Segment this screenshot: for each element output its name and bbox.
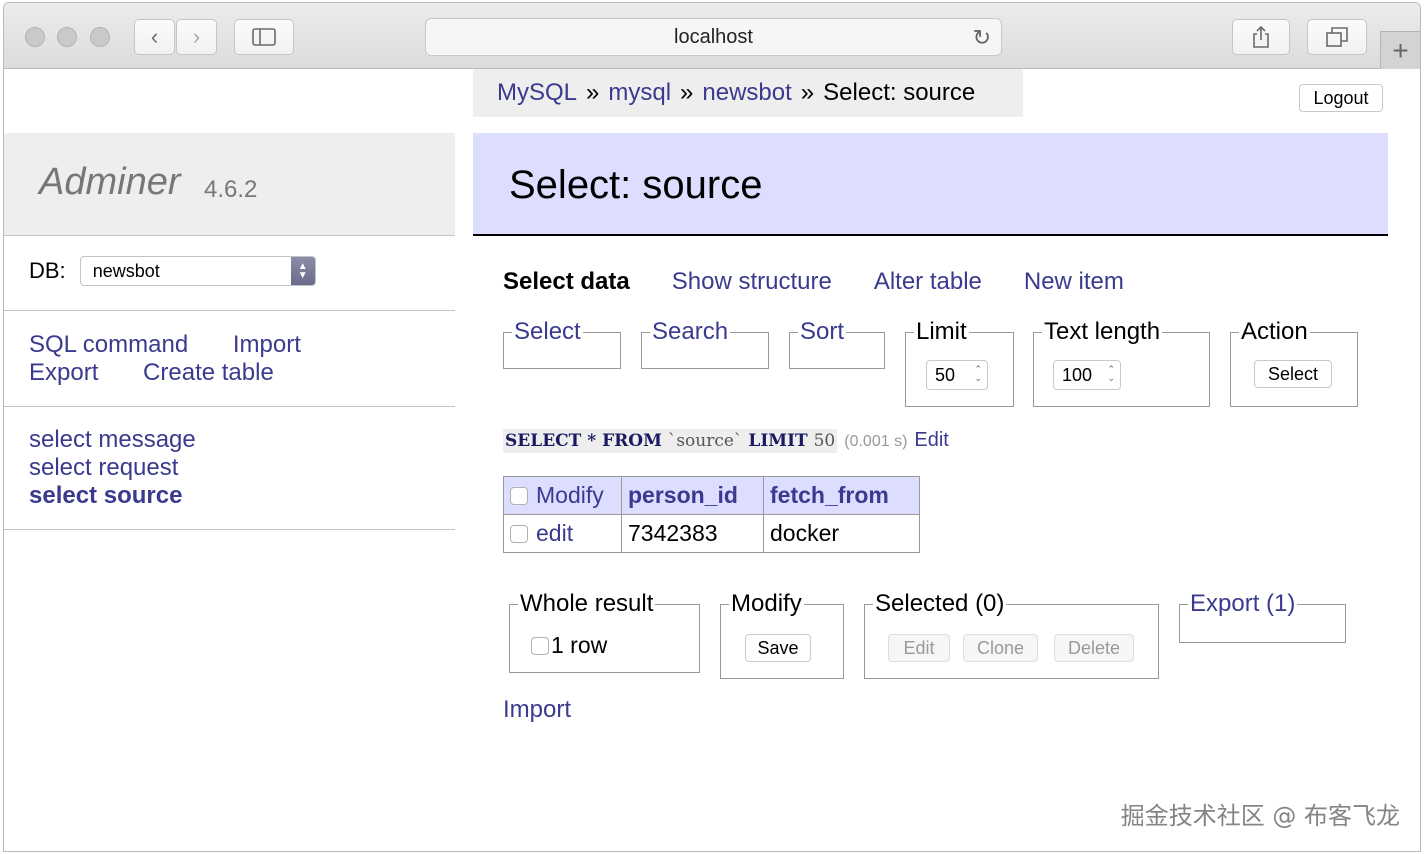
breadcrumb-link-newsbot[interactable]: newsbot [702,79,791,107]
edit-selected-button[interactable]: Edit [888,634,950,662]
sidebar-header: Adminer 4.6.2 [4,133,455,236]
tab-select-data[interactable]: Select data [503,268,630,296]
clone-selected-button[interactable]: Clone [963,634,1038,662]
edit-query-link[interactable]: Edit [914,429,948,452]
stepper-icon[interactable]: ⌃ ⌄ [974,365,982,383]
sidebar-item-select-source[interactable]: select source [29,482,182,509]
select-all-checkbox[interactable] [510,487,528,505]
db-select[interactable]: newsbot ▲ ▼ [79,256,316,286]
table-tabs: Select data Show structure Alter table N… [503,268,1124,296]
sidebar-divider [4,406,455,407]
minimize-window-button[interactable] [57,27,77,47]
export-fieldset[interactable]: Export (1) [1179,592,1346,643]
selected-legend: Selected (0) [875,590,1005,617]
tab-alter-table[interactable]: Alter table [874,268,982,296]
whole-result-option[interactable]: 1 row [531,632,607,659]
sidebar-divider [4,310,455,311]
tab-new-item[interactable]: New item [1024,268,1124,296]
action-legend: Action [1241,318,1308,345]
tab-show-structure[interactable]: Show structure [672,268,832,296]
reload-icon[interactable]: ↻ [973,25,991,51]
sidebar-item-select-message[interactable]: select message [29,426,196,453]
breadcrumb-link-mysql-db[interactable]: mysql [608,79,671,107]
table-header-row: Modify person_id fetch_from [503,476,920,515]
page-content: MySQL » mysql » newsbot » Select: source… [4,69,1420,851]
breadcrumb-separator: » [680,79,694,106]
sidebar-links: SQL command Import Export Create table [29,331,301,387]
sidebar-item-select-request[interactable]: select request [29,454,178,481]
text-length-value: 100 [1062,364,1093,385]
breadcrumb: MySQL » mysql » newsbot » Select: source [473,69,1023,117]
row-action-cell: edit [503,514,622,553]
content-header: Select: source [473,133,1388,236]
fetch-from-cell: docker [763,514,920,553]
modify-column-header[interactable]: Modify [503,476,622,515]
browser-toolbar: ‹ › localhost ↻ + [4,3,1420,69]
sidebar-table-list: select message select request select sou… [29,426,196,510]
select-submit-button[interactable]: Select [1254,360,1332,388]
zoom-window-button[interactable] [90,27,110,47]
fetch-from-column-header[interactable]: fetch_from [763,476,920,515]
select-fieldset[interactable]: Select [503,320,621,369]
browser-window: ‹ › localhost ↻ + MySQL » mysql » newsbo… [3,2,1421,852]
limit-legend: Limit [916,318,967,345]
table-row: edit 7342383 docker [503,514,920,553]
close-window-button[interactable] [25,27,45,47]
search-legend[interactable]: Search [650,320,730,344]
db-select-value: newsbot [92,260,160,281]
sql-query-line: SELECT * FROM `source` LIMIT 50 (0.001 s… [503,429,949,453]
row-edit-link[interactable]: edit [536,520,573,546]
share-icon[interactable] [1232,19,1290,55]
result-table: Modify person_id fetch_from edit 7342383… [503,476,920,553]
chevron-updown-icon: ▲ ▼ [290,257,315,285]
breadcrumb-separator: » [800,79,815,106]
delete-selected-button[interactable]: Delete [1054,634,1134,662]
create-table-link[interactable]: Create table [143,359,274,386]
sort-fieldset[interactable]: Sort [789,320,885,369]
db-selector-row: DB: newsbot ▲ ▼ [29,256,316,286]
sidebar-toggle-icon[interactable] [234,19,294,55]
app-name[interactable]: Adminer [39,161,181,204]
export-link[interactable]: Export [29,359,98,386]
address-bar[interactable]: localhost ↻ [425,18,1002,56]
person-id-cell: 7342383 [621,514,764,553]
row-checkbox[interactable] [510,525,528,543]
limit-value: 50 [935,364,956,385]
db-label: DB: [29,258,66,283]
query-time: (0.001 s) [844,433,908,450]
limit-input[interactable]: 50 ⌃ ⌄ [926,360,988,390]
sidebar-divider [4,529,455,530]
new-tab-icon[interactable]: + [1380,31,1420,69]
breadcrumb-current: Select: source [823,79,976,106]
sort-legend[interactable]: Sort [798,320,846,344]
sql-command-link[interactable]: SQL command [29,331,188,358]
logout-button[interactable]: Logout [1299,84,1383,112]
person-id-column-header[interactable]: person_id [621,476,764,515]
whole-result-legend: Whole result [520,590,654,617]
row-count-label: 1 row [551,632,608,658]
modify-legend: Modify [731,590,802,617]
app-version: 4.6.2 [204,176,258,203]
import-link[interactable]: Import [233,331,301,358]
text-length-legend: Text length [1044,318,1161,345]
tabs-overview-icon[interactable] [1307,19,1367,55]
export-legend[interactable]: Export (1) [1188,592,1297,616]
forward-icon[interactable]: › [176,19,217,55]
watermark: 掘金技术社区 @ 布客飞龙 [1120,802,1400,830]
search-fieldset[interactable]: Search [641,320,769,369]
page-title: Select: source [509,163,763,207]
import-data-link[interactable]: Import [503,696,571,724]
save-button[interactable]: Save [745,634,811,662]
whole-result-checkbox[interactable] [531,636,549,655]
url-text: localhost [674,25,753,48]
breadcrumb-link-mysql-server[interactable]: MySQL [497,79,577,107]
stepper-icon[interactable]: ⌃ ⌄ [1107,365,1115,383]
text-length-input[interactable]: 100 ⌃ ⌄ [1053,360,1121,390]
select-legend[interactable]: Select [512,320,583,344]
back-icon[interactable]: ‹ [134,19,175,55]
breadcrumb-separator: » [586,79,600,106]
sql-query: SELECT * FROM `source` LIMIT 50 [503,429,838,453]
